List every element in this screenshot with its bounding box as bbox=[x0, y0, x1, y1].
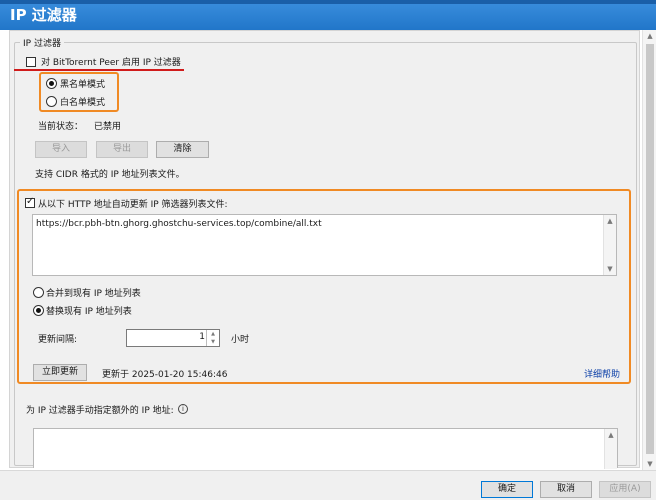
blacklist-radio[interactable] bbox=[46, 78, 57, 89]
manual-ip-textarea[interactable]: ▲ bbox=[33, 428, 618, 469]
replace-radio[interactable] bbox=[33, 305, 44, 316]
manual-scroll-up-icon[interactable]: ▲ bbox=[605, 431, 617, 439]
scroll-down-icon[interactable]: ▼ bbox=[604, 265, 616, 273]
manual-ip-scrollbar[interactable]: ▲ bbox=[604, 429, 617, 469]
stepper-buttons[interactable]: ▲ ▼ bbox=[206, 330, 219, 346]
replace-label[interactable]: 替换现有 IP 地址列表 bbox=[46, 304, 132, 317]
import-button[interactable]: 导入 bbox=[35, 141, 87, 158]
whitelist-label[interactable]: 白名单模式 bbox=[60, 95, 105, 108]
red-underline bbox=[14, 69, 184, 71]
ok-button[interactable]: 确定 bbox=[481, 481, 533, 498]
merge-radio[interactable] bbox=[33, 287, 44, 298]
interval-unit: 小时 bbox=[231, 335, 250, 345]
auto-update-label[interactable]: 从以下 HTTP 地址自动更新 IP 筛选器列表文件: bbox=[38, 197, 228, 210]
auto-update-checkbox[interactable] bbox=[25, 196, 35, 208]
clear-button[interactable]: 清除 bbox=[156, 141, 209, 158]
interval-value[interactable]: 1 bbox=[199, 332, 205, 342]
titlebar-strip bbox=[0, 0, 656, 4]
help-link[interactable]: 详细帮助 bbox=[584, 367, 620, 380]
enable-filter-label[interactable]: 对 BitTorernt Peer 启用 IP 过滤器 bbox=[41, 55, 181, 68]
stepper-down-icon[interactable]: ▼ bbox=[207, 338, 219, 346]
url-text: https://bcr.pbh-btn.ghorg.ghostchu-servi… bbox=[36, 219, 322, 229]
status-value: 已禁用 bbox=[94, 122, 122, 132]
blacklist-label[interactable]: 黑名单模式 bbox=[60, 77, 105, 90]
stepper-up-icon[interactable]: ▲ bbox=[207, 330, 219, 338]
export-button[interactable]: 导出 bbox=[96, 141, 148, 158]
window-title: IP 过滤器 bbox=[10, 6, 77, 24]
enable-filter-checkbox[interactable] bbox=[26, 57, 36, 67]
groupbox-title: IP 过滤器 bbox=[20, 36, 64, 49]
status-label: 当前状态： bbox=[38, 122, 84, 132]
url-textarea[interactable]: https://bcr.pbh-btn.ghorg.ghostchu-servi… bbox=[32, 214, 617, 276]
last-updated-text: 更新于 2025-01-20 15:46:46 bbox=[102, 370, 228, 380]
window-titlebar: IP 过滤器 bbox=[0, 0, 656, 30]
whitelist-radio[interactable] bbox=[46, 96, 57, 107]
cancel-button[interactable]: 取消 bbox=[540, 481, 592, 498]
manual-ip-label: 为 IP 过滤器手动指定额外的 IP 地址: bbox=[26, 406, 174, 416]
interval-label: 更新间隔: bbox=[38, 335, 78, 345]
scroll-up-icon[interactable]: ▲ bbox=[604, 217, 616, 225]
info-icon[interactable]: i bbox=[178, 404, 188, 414]
interval-stepper[interactable]: 1 ▲ ▼ bbox=[126, 329, 220, 347]
window-scroll-down-icon[interactable]: ▼ bbox=[644, 460, 656, 468]
window-scroll-thumb[interactable] bbox=[646, 44, 654, 454]
apply-button[interactable]: 应用(A) bbox=[599, 481, 651, 498]
update-now-button[interactable]: 立即更新 bbox=[33, 364, 87, 381]
url-scrollbar[interactable]: ▲ ▼ bbox=[603, 215, 616, 275]
window-scrollbar[interactable]: ▲ ▼ bbox=[642, 30, 656, 470]
cidr-note: 支持 CIDR 格式的 IP 地址列表文件。 bbox=[35, 170, 185, 180]
merge-label[interactable]: 合并到现有 IP 地址列表 bbox=[46, 286, 141, 299]
window-scroll-up-icon[interactable]: ▲ bbox=[644, 32, 656, 40]
